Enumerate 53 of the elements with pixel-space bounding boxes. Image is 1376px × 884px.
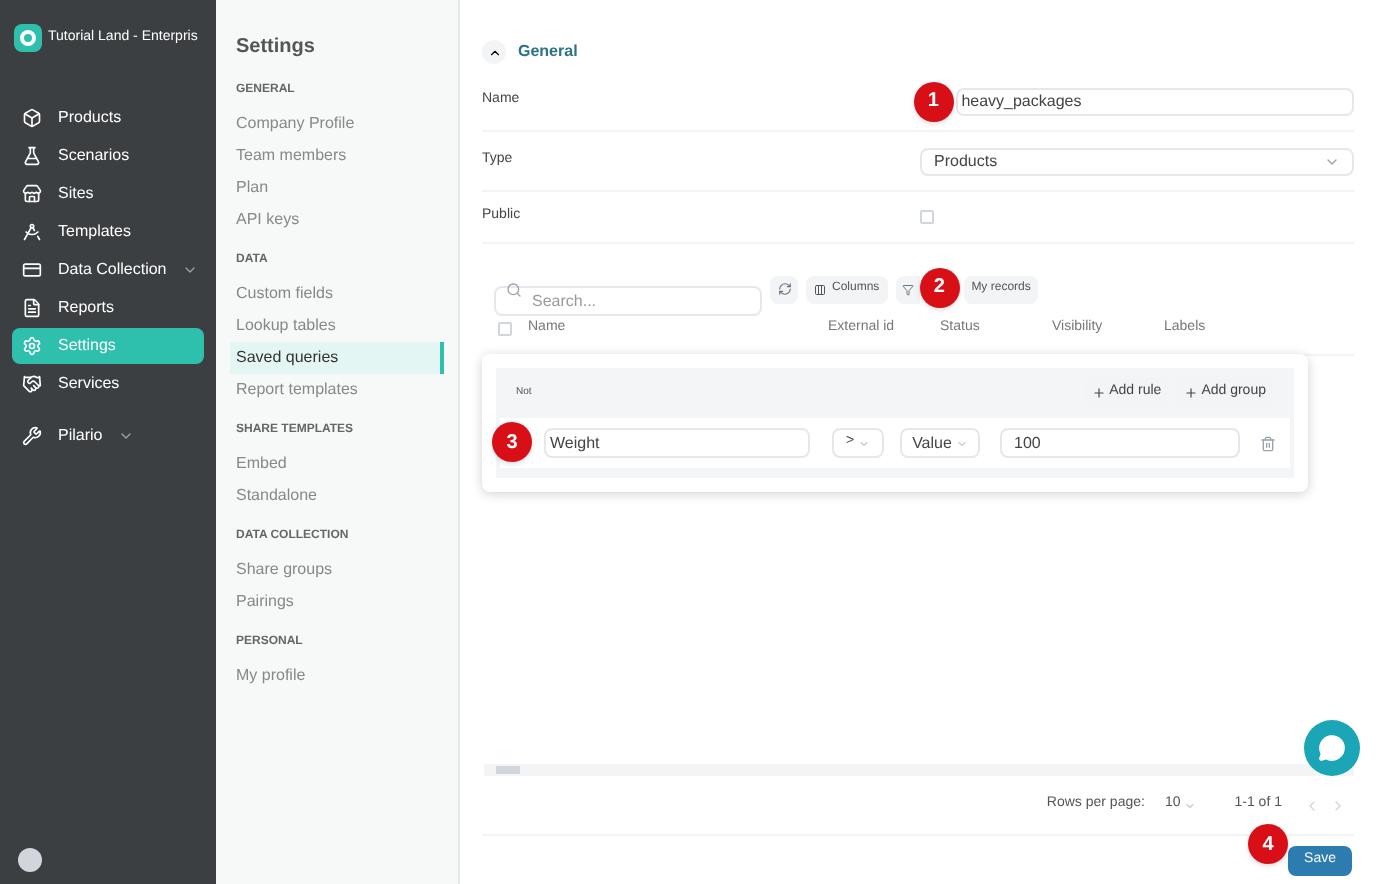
field-select[interactable]: Weight	[544, 428, 810, 458]
document-icon	[22, 298, 42, 318]
nav-item[interactable]: Products	[12, 100, 204, 136]
chat-icon	[1318, 734, 1346, 762]
chevron-icon	[858, 437, 871, 449]
previous-page-icon[interactable]	[1304, 797, 1320, 813]
section-title: General	[518, 40, 578, 64]
columns-icon	[814, 283, 826, 295]
chevron-icon	[955, 437, 968, 449]
card-icon	[22, 260, 42, 280]
collapse-button[interactable]	[482, 40, 506, 64]
callout-badge: 4	[1248, 824, 1288, 864]
store-icon	[22, 184, 42, 204]
chevron-icon	[1184, 799, 1197, 811]
search-icon	[506, 281, 522, 297]
nav-item[interactable]: Reports	[12, 290, 204, 326]
chat-button[interactable]	[1304, 720, 1360, 776]
horizontal-scrollbar[interactable]	[484, 764, 1354, 776]
next-page-icon[interactable]	[1330, 797, 1346, 813]
nav-item[interactable]: Pilario	[12, 418, 204, 454]
callout-badge: 2	[919, 267, 960, 307]
filter-icon	[901, 283, 914, 295]
nav-item[interactable]: Scenarios	[12, 138, 204, 174]
compass-icon	[22, 222, 42, 242]
callout-badge: 3	[492, 422, 532, 462]
delete-icon[interactable]	[1260, 435, 1276, 451]
settings-menu-item[interactable]: Saved queries	[230, 342, 444, 374]
logo-icon	[14, 24, 42, 52]
search-field[interactable]: Search...	[494, 286, 762, 316]
value-field[interactable]: 100	[1000, 428, 1240, 458]
settings-icon	[22, 336, 42, 356]
select-all-checkbox[interactable]	[498, 322, 512, 336]
nav-item[interactable]: Services	[12, 366, 204, 402]
settings-title: Settings	[236, 34, 317, 62]
nav-item[interactable]: Sites	[12, 176, 204, 212]
source-select[interactable]: Value	[900, 428, 980, 458]
refresh-icon	[777, 282, 791, 296]
nav-item[interactable]: Data Collection	[12, 252, 204, 288]
callout-badge: 1	[913, 81, 954, 121]
name-field[interactable]: heavy_packages	[955, 87, 1354, 115]
avatar[interactable]	[18, 848, 42, 872]
refresh-button[interactable]	[770, 275, 798, 303]
flask-icon	[22, 146, 42, 166]
chevron-icon	[487, 45, 501, 59]
wrench-icon	[22, 426, 42, 446]
plus-icon	[1091, 386, 1106, 400]
public-checkbox[interactable]	[920, 210, 934, 224]
type-select[interactable]: Products	[920, 147, 1354, 175]
nav-item[interactable]: Templates	[12, 214, 204, 250]
handshake-icon	[22, 374, 42, 394]
box-icon	[22, 108, 42, 128]
plus-icon	[1183, 386, 1198, 400]
filter-button[interactable]	[895, 275, 920, 303]
